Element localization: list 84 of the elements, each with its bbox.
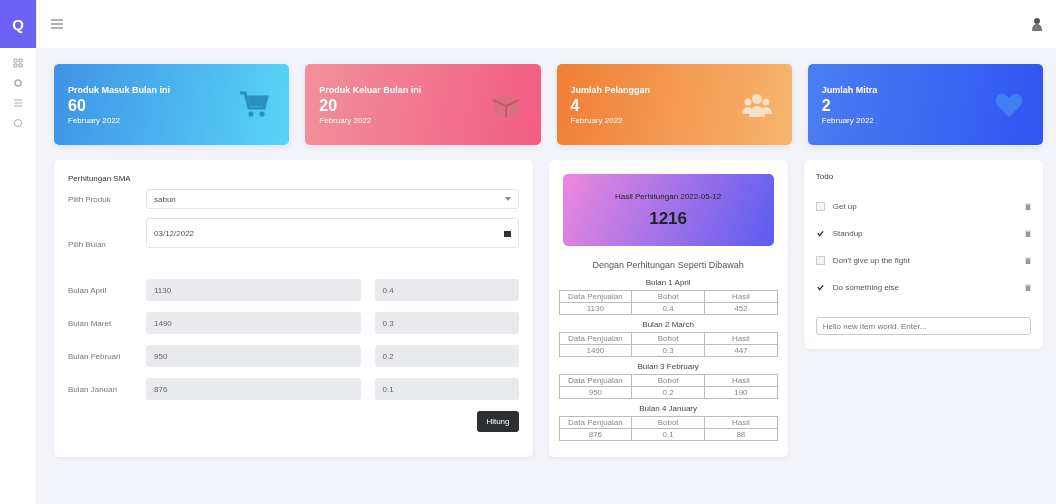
month-title: Bulan 1 April — [644, 278, 692, 287]
heart-icon — [995, 91, 1023, 118]
table-cell: 876 — [559, 428, 632, 441]
weight-field: 0.1 — [374, 378, 519, 400]
column-header: Bobot — [631, 416, 705, 429]
column-header: Data Penjualan — [559, 416, 632, 429]
column-header: Hasil — [704, 332, 778, 345]
circle-icon[interactable] — [13, 118, 23, 128]
stat-period: February 2022 — [570, 115, 624, 125]
menu-icon[interactable] — [51, 19, 63, 29]
sales-field: 1490 — [146, 312, 361, 334]
column-header: Bobot — [631, 374, 705, 387]
table-cell: 0.4 — [631, 302, 705, 315]
logo[interactable]: Q — [0, 0, 36, 48]
date-field[interactable]: 03/12/2022 — [146, 218, 519, 248]
stat-value: 4 — [570, 96, 581, 115]
field-label: Bulan April — [68, 285, 108, 295]
todo-title: Todo — [815, 172, 835, 181]
column-header: Hasil — [704, 416, 778, 429]
checkbox[interactable] — [815, 229, 825, 238]
todo-text: Standup — [832, 229, 864, 238]
trash-icon[interactable] — [1025, 284, 1031, 291]
stat-value: 60 — [68, 96, 87, 115]
sales-field: 950 — [146, 345, 361, 367]
todo-text: Do something else — [832, 283, 900, 292]
column-header: Hasil — [704, 290, 778, 303]
table-cell: 88 — [704, 428, 778, 441]
column-header: Data Penjualan — [559, 374, 632, 387]
result-subtitle: Dengan Perhitungan Seperti Dibawah — [591, 260, 745, 270]
column-header: Hasil — [704, 374, 778, 387]
month-title: Bulan 3 February — [636, 362, 700, 371]
weight-field: 0.3 — [374, 312, 519, 334]
stat-value: 20 — [319, 96, 339, 115]
month-title: Bulan 4 January — [638, 404, 699, 413]
column-header: Bobot — [631, 290, 705, 303]
stat-title: Jumlah Mitra — [821, 84, 878, 95]
sales-field: 1130 — [146, 279, 361, 301]
trash-icon[interactable] — [1025, 230, 1031, 237]
stat-value: 2 — [821, 96, 832, 115]
field-label: Bulan Januari — [68, 384, 118, 394]
table-cell: 447 — [704, 344, 778, 357]
month-title: Bulan 2 March — [641, 320, 695, 329]
field-label: Pilih Bulan — [68, 239, 107, 249]
field-label: Bulan Maret — [68, 318, 113, 328]
weight-field: 0.4 — [374, 279, 519, 301]
table-cell: 452 — [704, 302, 778, 315]
box-icon — [490, 91, 521, 118]
table-cell: 1490 — [559, 344, 632, 357]
user-avatar-icon[interactable] — [1032, 17, 1042, 31]
sales-field: 876 — [146, 378, 361, 400]
trash-icon[interactable] — [1025, 203, 1031, 210]
stat-period: February 2022 — [319, 115, 373, 125]
stat-period: February 2022 — [68, 115, 122, 125]
people-icon — [741, 91, 772, 118]
weight-field: 0.2 — [374, 345, 519, 367]
stat-title: Produk Masuk Bulan ini — [68, 84, 170, 95]
table-cell: 0.2 — [631, 386, 705, 399]
result-title: Hasil Perhitungan 2022-05-12 — [614, 191, 722, 201]
checkmark-icon — [816, 284, 824, 291]
calculate-button[interactable]: Hitung — [477, 411, 519, 432]
table-cell: 0.1 — [631, 428, 705, 441]
field-label: Pilih Produk — [68, 194, 112, 204]
stat-title: Produk Keluar Bulan ini — [319, 84, 422, 95]
new-item-field[interactable]: Hello new item world. Enter... — [815, 317, 1031, 335]
checkbox[interactable] — [815, 283, 825, 292]
product-select[interactable]: sabun — [146, 189, 519, 209]
todo-text: Don't give up the fight — [832, 256, 911, 265]
result-value: 1216 — [649, 208, 688, 229]
column-header: Data Penjualan — [559, 332, 632, 345]
form-title: Perhitungan SMA — [68, 174, 132, 183]
stat-title: Jumlah Pelanggan — [570, 84, 651, 95]
checkmark-icon — [816, 230, 824, 237]
trash-icon[interactable] — [1025, 257, 1031, 264]
table-cell: 1130 — [559, 302, 632, 315]
field-label: Bulan Februari — [68, 351, 122, 361]
table-cell: 0.3 — [631, 344, 705, 357]
todo-text: Get up — [832, 202, 858, 211]
cart-icon — [239, 90, 270, 119]
column-header: Data Penjualan — [559, 290, 632, 303]
caret-icon — [504, 197, 511, 201]
column-header: Bobot — [631, 332, 705, 345]
table-cell: 190 — [704, 386, 778, 399]
stat-period: February 2022 — [821, 115, 875, 125]
table-cell: 950 — [559, 386, 632, 399]
